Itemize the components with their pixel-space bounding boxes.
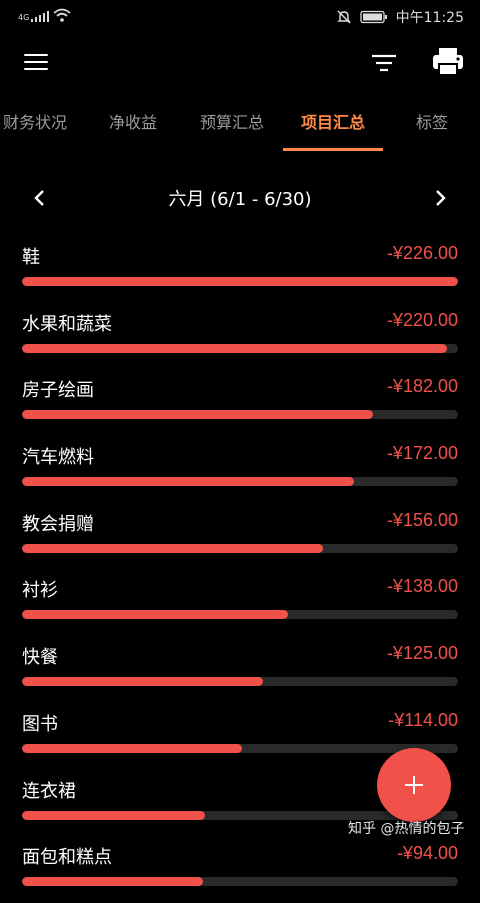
progress-fill xyxy=(22,743,242,753)
item-name: 面包和糕点 xyxy=(22,847,112,869)
item-amount: -¥138.00 xyxy=(386,576,458,597)
item-name: 房子绘画 xyxy=(22,380,94,402)
progress-track xyxy=(22,277,458,286)
tab-budget-summary[interactable]: 预算汇总 xyxy=(190,100,274,150)
watermark: 知乎 @热情的包子 xyxy=(348,821,465,837)
list-item[interactable]: 鞋 -¥226.00 xyxy=(0,236,480,303)
item-name: 鞋 xyxy=(22,247,40,268)
list-item[interactable]: 快餐 -¥125.00 xyxy=(0,636,480,703)
month-label[interactable]: 六月 (6/1 - 6/30) xyxy=(100,185,380,211)
progress-fill xyxy=(22,543,323,553)
tab-net-income[interactable]: 净收益 xyxy=(97,100,169,150)
status-bar: 4G 中午11:25 xyxy=(0,0,480,34)
progress-fill xyxy=(22,343,447,353)
item-name: 图书 xyxy=(22,713,58,735)
signal-icon xyxy=(31,10,50,22)
item-name: 汽车燃料 xyxy=(22,447,94,469)
item-name: 水果和蔬菜 xyxy=(22,313,112,335)
add-button[interactable] xyxy=(377,748,451,822)
list-item[interactable]: 水果和蔬菜 -¥220.00 xyxy=(0,303,480,370)
tab-financial-status[interactable]: 财务状况 xyxy=(0,100,70,150)
item-amount: -¥226.00 xyxy=(386,243,458,263)
progress-track xyxy=(22,743,458,753)
progress-track xyxy=(22,677,458,687)
list-item[interactable]: 衬衫 -¥138.00 xyxy=(0,569,480,636)
item-name: 连衣裙 xyxy=(22,780,76,802)
progress-track xyxy=(22,877,458,887)
progress-track xyxy=(22,543,458,553)
list-item[interactable]: 面包和糕点 -¥94.00 xyxy=(0,836,480,903)
progress-fill xyxy=(22,810,206,820)
clock: 中午11:25 xyxy=(395,10,464,26)
chevron-left-icon[interactable] xyxy=(26,184,54,212)
item-amount: -¥94.00 xyxy=(396,843,458,864)
network-type: 4G xyxy=(18,13,30,22)
menu-icon[interactable] xyxy=(22,50,52,74)
progress-fill xyxy=(22,610,289,620)
filter-icon[interactable] xyxy=(368,50,400,78)
print-icon[interactable] xyxy=(430,46,466,78)
progress-track xyxy=(22,343,458,353)
tab-item-summary[interactable]: 项目汇总 xyxy=(290,100,376,150)
month-navigator: 六月 (6/1 - 6/30) xyxy=(0,176,480,220)
list-item[interactable]: 汽车燃料 -¥172.00 xyxy=(0,436,480,503)
list-item[interactable]: 教会捐赠 -¥156.00 xyxy=(0,503,480,570)
item-amount: -¥220.00 xyxy=(386,309,458,330)
progress-fill xyxy=(22,410,373,420)
item-amount: -¥114.00 xyxy=(388,709,458,730)
progress-fill xyxy=(22,477,354,487)
item-amount: -¥182.00 xyxy=(386,376,458,397)
item-amount: -¥172.00 xyxy=(386,443,458,464)
progress-fill xyxy=(22,677,264,687)
chevron-right-icon[interactable] xyxy=(426,184,454,212)
item-name: 衬衫 xyxy=(22,580,58,602)
item-name: 教会捐赠 xyxy=(22,513,94,535)
status-right: 中午11:25 xyxy=(336,7,464,27)
item-amount: -¥156.00 xyxy=(386,509,458,530)
item-amount: -¥125.00 xyxy=(386,643,458,664)
progress-fill xyxy=(22,877,204,887)
progress-track xyxy=(22,610,458,620)
progress-track xyxy=(22,410,458,420)
status-left: 4G xyxy=(18,8,71,22)
list-item[interactable]: 房子绘画 -¥182.00 xyxy=(0,369,480,436)
progress-track xyxy=(22,477,458,487)
active-tab-indicator xyxy=(283,148,383,151)
item-name: 快餐 xyxy=(22,647,58,669)
battery-icon xyxy=(359,10,387,24)
progress-fill xyxy=(22,277,458,286)
tab-bar: 财务状况 净收益 预算汇总 项目汇总 标签 xyxy=(0,100,480,152)
mute-icon xyxy=(336,10,351,24)
wifi-icon xyxy=(53,8,71,22)
tab-tags[interactable]: 标签 xyxy=(402,100,462,150)
toolbar xyxy=(0,34,480,90)
